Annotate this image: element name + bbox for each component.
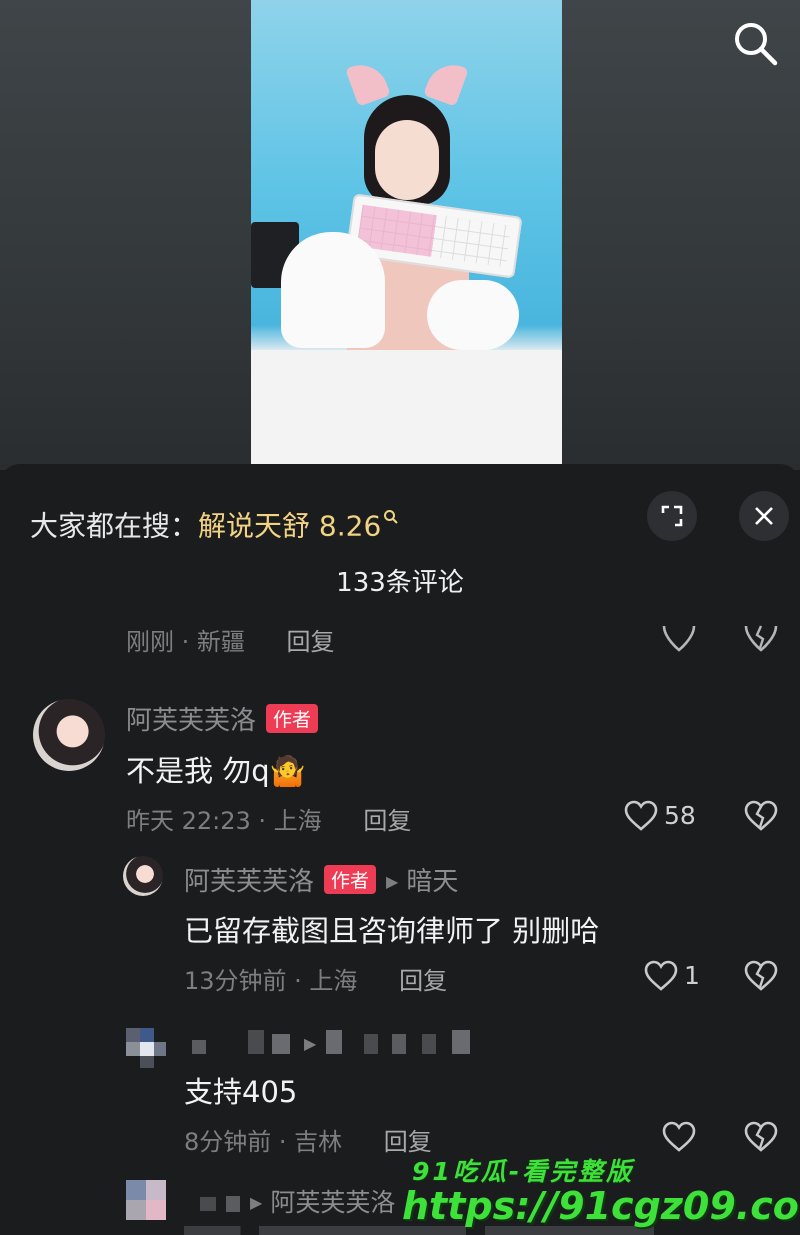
dislike-heart-icon [744,1121,778,1152]
like-button[interactable] [662,624,696,656]
trending-keyword[interactable]: 解说天舒 8.26 [198,509,381,542]
reply-arrow-icon: ▶ [386,872,399,891]
comment-meta: 13分钟前 · 上海 回复 [184,961,447,996]
avatar[interactable] [33,699,105,771]
heart-icon [644,960,678,991]
comment-count-title: 133条评论 [336,568,464,598]
comment-time-location: 刚刚 · 新疆 [126,628,245,656]
reply-button[interactable]: 回复 [363,807,411,835]
dislike-button[interactable] [744,624,778,656]
username[interactable]: 阿芙芙芙洛 [184,867,314,897]
video-background [0,0,800,470]
video-player[interactable] [251,0,562,464]
like-button[interactable] [644,960,678,996]
heart-icon [662,625,696,652]
username[interactable]: 阿芙芙芙洛 [126,706,256,736]
comment-time-location: 13分钟前 · 上海 [184,967,358,995]
dislike-button[interactable] [744,800,778,836]
reply-author: ▶ 阿芙芙芙洛 [200,1183,395,1219]
dislike-heart-icon [744,800,778,831]
reply-to-username[interactable]: 暗天 [406,867,458,897]
comment-text: 支持405 [184,1075,298,1109]
pixelated-avatar[interactable] [126,1028,166,1068]
video-plush-right [427,280,519,350]
author-badge: 作者 [266,704,319,733]
close-icon [755,507,773,525]
video-table [251,350,562,464]
search-button[interactable] [730,18,780,68]
avatar[interactable] [123,856,163,896]
comment-time-location: 昨天 22:23 · 上海 [126,807,322,835]
comment-time-location: 8分钟前 · 吉林 [184,1128,343,1156]
pixelated-username: ▶ [192,1030,482,1056]
heart-icon [662,1121,696,1152]
search-small-icon [383,496,399,536]
video-plush-left [281,232,385,348]
expand-icon [661,505,683,527]
like-button[interactable] [662,1121,696,1157]
dislike-button[interactable] [744,1121,778,1157]
pixelated-avatar[interactable] [126,1180,166,1220]
video-cat-ear-right [423,57,469,107]
reply-arrow-icon: ▶ [250,1193,263,1212]
comment-meta: 刚刚 · 新疆 回复 [126,622,335,657]
pixelated-username [226,1196,240,1212]
video-cat-ear-left [345,57,391,107]
like-button[interactable] [624,800,658,836]
search-icon [735,23,778,66]
dislike-heart-icon [744,625,778,652]
comment-text: 不是我 勿q🤷 [126,754,306,788]
author-badge: 作者 [324,865,377,894]
comment-meta: 昨天 22:23 · 上海 回复 [126,801,411,836]
reply-to-username[interactable]: 阿芙芙芙洛 [270,1188,395,1217]
close-button[interactable] [739,491,789,541]
dislike-heart-icon [744,960,778,991]
expand-button[interactable] [647,491,697,541]
heart-icon [624,800,658,831]
watermark-url: https://91cgz09.com [402,1184,800,1228]
pixelated-username [200,1197,216,1211]
comment-author[interactable]: 阿芙芙芙洛 作者 [126,700,319,737]
trending-search[interactable]: 大家都在搜：解说天舒 8.26 [30,496,399,542]
dislike-button[interactable] [744,960,778,996]
reply-button[interactable]: 回复 [399,967,447,995]
comment-text: 已留存截图且咨询律师了 别删哈 [184,914,600,948]
like-count: 1 [684,961,700,990]
reply-author[interactable]: 阿芙芙芙洛 作者 ▶ 暗天 [184,861,458,898]
trending-prefix: 大家都在搜： [30,509,199,543]
reply-button[interactable]: 回复 [287,628,335,656]
watermark-title: 91吃瓜-看完整版 [412,1157,635,1186]
like-count: 58 [664,801,696,830]
video-face [375,120,439,200]
comment-meta: 8分钟前 · 吉林 回复 [184,1122,432,1157]
